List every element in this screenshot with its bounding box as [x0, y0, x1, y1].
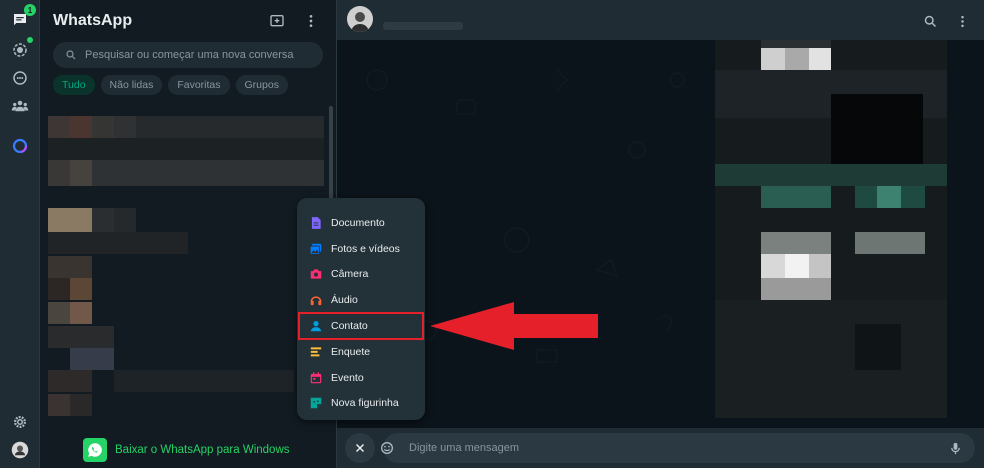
profile-avatar[interactable]	[8, 438, 32, 462]
poll-icon	[310, 347, 322, 357]
message-input[interactable]	[409, 442, 929, 454]
filter-chip-unread[interactable]: Não lidas	[100, 75, 163, 95]
attach-camera-label: Câmera	[331, 268, 369, 281]
conversation-menu-button[interactable]	[953, 12, 971, 30]
audio-icon	[310, 296, 322, 306]
attach-document-item[interactable]: Documento	[297, 210, 425, 236]
filter-chips: Tudo Não lidas Favoritas Grupos	[53, 75, 288, 95]
kebab-menu-icon	[309, 15, 313, 27]
chat-list-scrollbar[interactable]	[329, 106, 333, 206]
attach-event-item[interactable]: Evento	[297, 365, 425, 391]
contact-name-blurred	[383, 22, 463, 30]
settings-button[interactable]	[8, 410, 32, 434]
sticker-icon[interactable]	[379, 440, 395, 456]
attach-menu: Documento Fotos e vídeos Câmera Áudio Co…	[297, 198, 425, 420]
attach-camera-item[interactable]: Câmera	[297, 262, 425, 288]
whatsapp-logo-icon	[83, 438, 107, 462]
conversation-panel	[337, 0, 984, 468]
contact-highlight-box	[298, 312, 424, 340]
gear-icon	[14, 416, 26, 428]
channels-icon	[13, 71, 27, 85]
sticker-icon	[310, 398, 322, 409]
attach-poll-item[interactable]: Enquete	[297, 339, 425, 365]
avatar	[11, 441, 29, 459]
conversation-search-button[interactable]	[921, 12, 939, 30]
unread-badge: 1	[24, 4, 36, 16]
attach-photos-item[interactable]: Fotos e vídeos	[297, 236, 425, 262]
red-arrow-annotation	[430, 302, 598, 350]
communities-icon	[11, 100, 29, 112]
download-windows-banner[interactable]: Baixar o WhatsApp para Windows	[40, 432, 336, 468]
search-icon	[924, 15, 936, 27]
download-label: Baixar o WhatsApp para Windows	[115, 444, 290, 456]
attach-document-label: Documento	[331, 216, 385, 229]
search-icon	[66, 50, 76, 60]
channels-button[interactable]	[8, 66, 32, 90]
app-title: WhatsApp	[53, 12, 133, 29]
chat-list-pixelated[interactable]	[48, 116, 324, 436]
close-icon	[355, 443, 365, 453]
attach-audio-label: Áudio	[331, 294, 358, 307]
new-chat-icon	[270, 14, 284, 27]
filter-chip-groups[interactable]: Grupos	[235, 75, 288, 95]
new-chat-button[interactable]	[268, 12, 286, 30]
close-attach-button[interactable]	[345, 433, 375, 463]
search-bar[interactable]	[53, 42, 323, 68]
menu-button[interactable]	[302, 12, 320, 30]
search-input[interactable]	[85, 49, 305, 61]
attach-sticker-label: Nova figurinha	[331, 397, 399, 410]
microphone-icon[interactable]	[948, 441, 963, 456]
navigation-rail: 1	[0, 0, 40, 468]
attach-audio-item[interactable]: Áudio	[297, 287, 425, 313]
attach-poll-label: Enquete	[331, 345, 371, 358]
photos-icon	[309, 243, 322, 255]
conversation-header[interactable]	[337, 0, 984, 40]
communities-button[interactable]	[8, 94, 32, 118]
attach-event-label: Evento	[331, 371, 364, 384]
kebab-menu-icon	[960, 15, 964, 27]
camera-icon	[310, 269, 322, 280]
status-dot	[27, 37, 33, 43]
event-icon	[310, 371, 322, 383]
filter-chip-favorites[interactable]: Favoritas	[168, 75, 230, 95]
shared-media-pixelated[interactable]	[715, 40, 947, 418]
message-composer	[337, 428, 984, 468]
meta-ai-icon	[12, 138, 28, 154]
chat-list-panel: WhatsApp Tudo Não lidas Favoritas Grupos	[40, 0, 337, 468]
document-icon	[311, 217, 321, 229]
attach-sticker-item[interactable]: Nova figurinha	[297, 391, 425, 417]
contact-avatar[interactable]	[347, 6, 373, 32]
attach-photos-label: Fotos e vídeos	[331, 242, 400, 255]
status-icon	[13, 43, 27, 57]
meta-ai-button[interactable]	[8, 134, 32, 158]
message-input-container[interactable]	[381, 433, 975, 463]
filter-chip-all[interactable]: Tudo	[53, 75, 95, 95]
